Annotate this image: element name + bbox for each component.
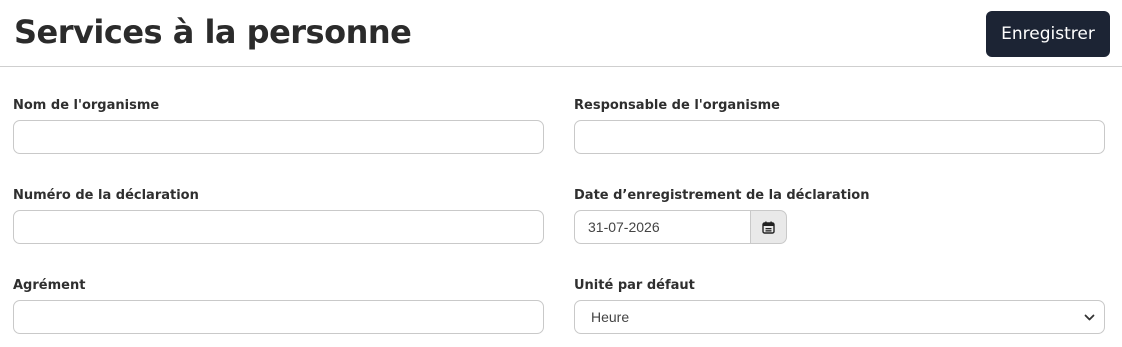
numero-declaration-label: Numéro de la déclaration	[13, 188, 199, 203]
unite-defaut-select[interactable]: Heure	[574, 300, 1105, 334]
date-enregistrement-input[interactable]: 31-07-2026	[574, 210, 750, 244]
agrement-label: Agrément	[13, 278, 86, 293]
calendar-button[interactable]	[750, 210, 787, 244]
chevron-down-icon	[1084, 314, 1095, 321]
agrement-input[interactable]	[13, 300, 544, 334]
responsable-organisme-input[interactable]	[574, 120, 1105, 154]
unite-defaut-selected-value: Heure	[591, 309, 630, 325]
date-enregistrement-label: Date d’enregistrement de la déclaration	[574, 188, 870, 203]
page-header: Services à la personne Enregistrer	[0, 0, 1122, 67]
save-button[interactable]: Enregistrer	[986, 11, 1110, 57]
page-title: Services à la personne	[14, 13, 412, 51]
numero-declaration-input[interactable]	[13, 210, 544, 244]
unite-defaut-label: Unité par défaut	[574, 278, 695, 293]
responsable-organisme-label: Responsable de l'organisme	[574, 98, 780, 113]
nom-organisme-input[interactable]	[13, 120, 544, 154]
calendar-icon	[762, 221, 775, 234]
nom-organisme-label: Nom de l'organisme	[13, 98, 160, 113]
date-input-group: 31-07-2026	[574, 210, 787, 244]
